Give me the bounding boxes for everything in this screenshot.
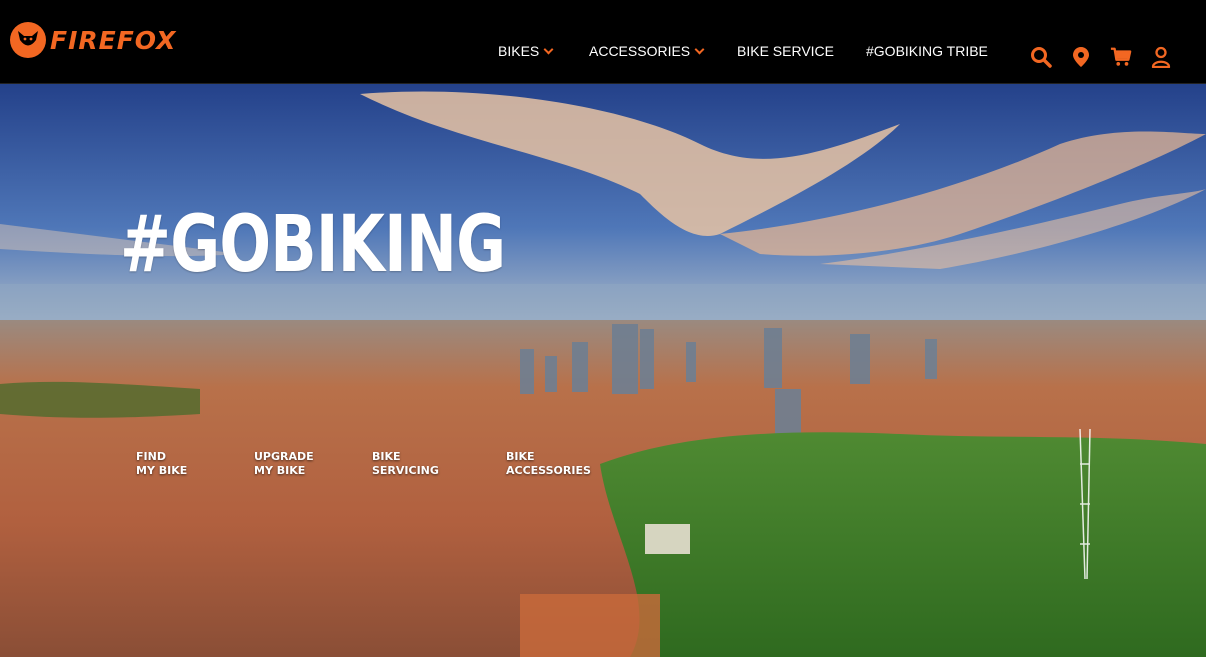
nav-bikes[interactable]: BIKES: [498, 43, 554, 59]
user-icon[interactable]: [1150, 46, 1172, 68]
nav-bikes-label: BIKES: [498, 43, 540, 59]
bike-accessories-link[interactable]: BIKE ACCESSORIES: [506, 450, 591, 478]
upgrade-my-bike-link[interactable]: UPGRADE MY BIKE: [254, 450, 314, 478]
header-icons: [1030, 46, 1172, 68]
bike-accessories-line2: ACCESSORIES: [506, 464, 591, 477]
bike-accessories-line1: BIKE: [506, 450, 535, 463]
hero-banner: #GOBIKING FIND MY BIKE UPGRADE MY BIKE B…: [0, 84, 1206, 657]
bike-servicing-line1: BIKE: [372, 450, 401, 463]
city-skyline-image: [0, 84, 1206, 657]
find-my-bike-link[interactable]: FIND MY BIKE: [136, 450, 187, 478]
fox-head-icon: [10, 22, 46, 58]
nav-gobiking-tribe[interactable]: #GOBIKING TRIBE: [866, 43, 988, 59]
nav-accessories[interactable]: ACCESSORIES: [589, 43, 705, 59]
find-my-bike-line1: FIND: [136, 450, 166, 463]
logo-wordmark: FIREFOX: [50, 25, 177, 55]
find-my-bike-line2: MY BIKE: [136, 464, 188, 477]
cart-icon[interactable]: [1110, 46, 1132, 68]
upgrade-my-bike-line2: MY BIKE: [254, 464, 306, 477]
bike-servicing-line2: SERVICING: [372, 464, 439, 477]
hero-headline: #GOBIKING: [120, 200, 506, 290]
nav-gobiking-tribe-label: #GOBIKING TRIBE: [866, 43, 988, 59]
upgrade-my-bike-line1: UPGRADE: [254, 450, 314, 463]
bike-servicing-link[interactable]: BIKE SERVICING: [372, 450, 439, 478]
chevron-down-icon: [694, 44, 705, 54]
nav-accessories-label: ACCESSORIES: [589, 43, 691, 59]
nav-bike-service-label: BIKE SERVICE: [737, 43, 835, 59]
firefox-logo[interactable]: FIREFOX: [10, 21, 176, 59]
search-icon[interactable]: [1030, 46, 1052, 68]
nav-bike-service[interactable]: BIKE SERVICE: [737, 43, 834, 59]
site-header: FIREFOX BIKES ACCESSORIES BIKE SERVICE #…: [0, 0, 1206, 84]
chevron-down-icon: [543, 44, 554, 54]
location-pin-icon[interactable]: [1070, 46, 1092, 68]
